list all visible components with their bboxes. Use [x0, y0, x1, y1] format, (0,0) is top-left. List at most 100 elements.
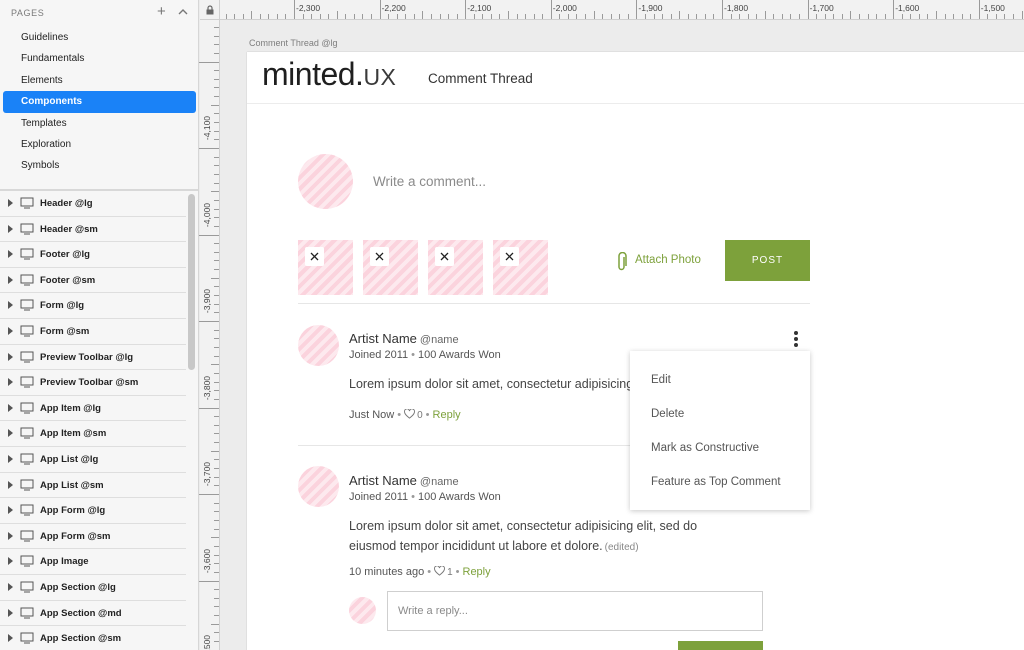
expand-triangle-icon[interactable] — [8, 557, 13, 566]
reply-input[interactable]: Write a reply... — [387, 591, 763, 631]
artboard-icon — [20, 223, 34, 235]
menu-item-delete[interactable]: Delete — [651, 408, 684, 420]
layer-row[interactable]: App Image — [0, 549, 186, 575]
reply-link[interactable]: Reply — [463, 566, 491, 578]
artboard-icon — [20, 325, 34, 337]
close-icon — [440, 252, 449, 261]
artboard-icon — [20, 632, 34, 644]
layer-row[interactable]: App List @lg — [0, 447, 186, 473]
layer-row[interactable]: App List @sm — [0, 473, 186, 499]
ruler-label: -4,000 — [202, 202, 212, 227]
horizontal-ruler: -2,300 -2,200 -2,100 -2,000 -1,900 -1,800 -1,7… — [220, 0, 1024, 20]
layer-row[interactable]: App Section @md — [0, 601, 186, 627]
menu-item-mark-constructive[interactable]: Mark as Constructive — [651, 442, 759, 454]
menu-item-edit[interactable]: Edit — [651, 374, 671, 386]
page-item-exploration[interactable]: Exploration — [0, 134, 198, 155]
comment-input[interactable]: Write a comment... — [373, 174, 486, 189]
photo-thumbnail[interactable] — [493, 240, 548, 295]
comment-options-menu: Edit Delete Mark as Constructive Feature… — [630, 351, 810, 510]
expand-triangle-icon[interactable] — [8, 454, 13, 463]
ruler-label: -3,500 — [202, 634, 212, 650]
expand-triangle-icon[interactable] — [8, 403, 13, 412]
artist-handle: @name — [419, 476, 459, 488]
expand-triangle-icon[interactable] — [8, 480, 13, 489]
layer-label: Preview Toolbar @sm — [40, 377, 139, 389]
expand-triangle-icon[interactable] — [8, 352, 13, 361]
artboard-label[interactable]: Comment Thread @lg — [249, 38, 338, 48]
layer-row[interactable]: App Section @lg — [0, 575, 186, 601]
layer-row[interactable]: App Form @lg — [0, 498, 186, 524]
remove-photo-button[interactable] — [435, 247, 454, 266]
remove-photo-button[interactable] — [500, 247, 519, 266]
layer-label: App Item @sm — [40, 428, 107, 440]
menu-item-feature-top[interactable]: Feature as Top Comment — [651, 476, 781, 488]
layer-list-scrollbar[interactable] — [188, 194, 195, 370]
expand-triangle-icon[interactable] — [8, 301, 13, 310]
layer-row[interactable]: Footer @lg — [0, 242, 186, 268]
layer-row[interactable]: Preview Toolbar @sm — [0, 370, 186, 396]
page-item-elements[interactable]: Elements — [0, 70, 198, 91]
app-header: minted.UX Comment Thread — [247, 52, 1024, 104]
photo-thumbnail[interactable] — [363, 240, 418, 295]
like-count: 1 — [447, 567, 453, 578]
expand-triangle-icon[interactable] — [8, 608, 13, 617]
layer-row[interactable]: App Item @sm — [0, 421, 186, 447]
ruler-corner — [200, 0, 220, 20]
expand-triangle-icon[interactable] — [8, 634, 13, 643]
layer-row[interactable]: Preview Toolbar @lg — [0, 345, 186, 371]
expand-triangle-icon[interactable] — [8, 506, 13, 515]
avatar[interactable] — [298, 325, 339, 366]
layer-row[interactable]: Form @lg — [0, 293, 186, 319]
photo-thumbnail[interactable] — [298, 240, 353, 295]
chevron-up-icon[interactable] — [176, 5, 190, 19]
remove-photo-button[interactable] — [305, 247, 324, 266]
reply-post-button[interactable] — [678, 641, 763, 650]
layer-label: Footer @sm — [40, 274, 96, 286]
layer-row[interactable]: Form @sm — [0, 319, 186, 345]
post-button[interactable]: POST — [725, 240, 810, 281]
artboard-icon — [20, 607, 34, 618]
photo-thumbnail[interactable] — [428, 240, 483, 295]
lock-icon[interactable] — [206, 5, 214, 15]
expand-triangle-icon[interactable] — [8, 531, 13, 540]
avatar[interactable] — [298, 466, 339, 507]
more-options-icon[interactable] — [791, 331, 801, 347]
remove-photo-button[interactable] — [370, 247, 389, 266]
joined-date: Joined 2011 — [349, 491, 409, 503]
artboard-icon — [20, 581, 34, 593]
expand-triangle-icon[interactable] — [8, 378, 13, 387]
expand-triangle-icon[interactable] — [8, 199, 13, 207]
heart-icon[interactable] — [404, 409, 416, 419]
expand-triangle-icon[interactable] — [8, 250, 13, 259]
page-item-components[interactable]: Components — [3, 91, 196, 113]
layer-label: App List @lg — [40, 453, 99, 465]
page-item-templates[interactable]: Templates — [0, 113, 198, 134]
page-item-symbols[interactable]: Symbols — [0, 155, 198, 176]
ruler-label: -1,700 — [809, 3, 834, 13]
artist-name[interactable]: Artist Name @name — [349, 331, 459, 346]
comment-actions: 10 minutes ago • 1 • Reply — [349, 566, 491, 578]
expand-triangle-icon[interactable] — [8, 326, 13, 335]
expand-triangle-icon[interactable] — [8, 582, 13, 591]
heart-icon[interactable] — [434, 566, 446, 576]
page-item-guidelines[interactable]: Guidelines — [0, 27, 198, 48]
layer-row[interactable]: Header @sm — [0, 217, 186, 243]
ruler-label: -1,900 — [638, 3, 663, 13]
layer-row[interactable]: Footer @sm — [0, 268, 186, 294]
artist-handle: @name — [419, 334, 459, 346]
layer-row[interactable]: App Form @sm — [0, 524, 186, 550]
page-item-fundamentals[interactable]: Fundamentals — [0, 48, 198, 69]
add-page-icon[interactable]: + — [157, 3, 166, 21]
artist-name[interactable]: Artist Name @name — [349, 473, 459, 488]
expand-triangle-icon[interactable] — [8, 429, 13, 438]
layer-row[interactable]: App Section @sm — [0, 626, 186, 650]
artboard-icon — [20, 504, 34, 516]
artboard-icon — [20, 351, 34, 363]
layer-row[interactable]: Header @lg — [0, 191, 186, 217]
vertical-ruler: -4,100 -4,000 -3,900 -3,800 -3,700 -3,600 -3,5… — [199, 20, 220, 650]
attach-photo-label: Attach Photo — [635, 254, 701, 266]
expand-triangle-icon[interactable] — [8, 275, 13, 284]
expand-triangle-icon[interactable] — [8, 224, 13, 233]
layer-row[interactable]: App Item @lg — [0, 396, 186, 422]
reply-link[interactable]: Reply — [433, 409, 461, 421]
